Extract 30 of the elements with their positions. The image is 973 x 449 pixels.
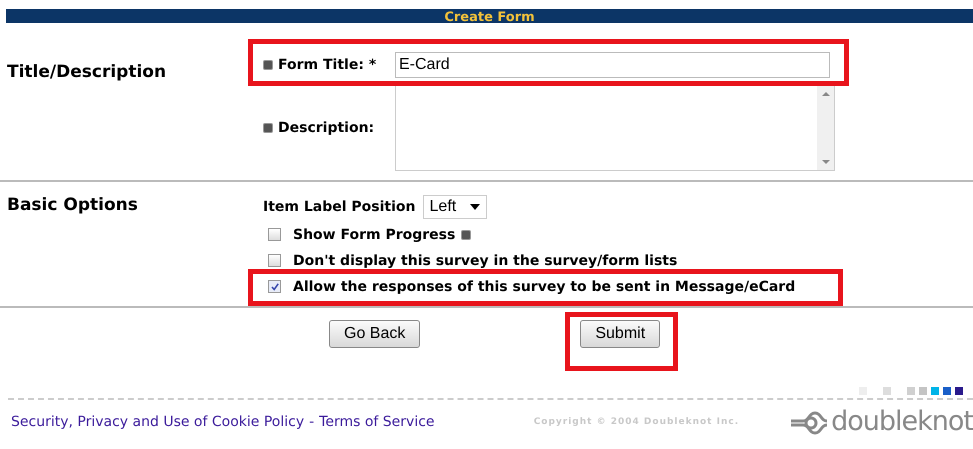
checkbox[interactable]: [268, 254, 281, 267]
scrollbar[interactable]: [817, 86, 834, 170]
help-icon[interactable]: [461, 230, 472, 240]
field-label: Description:: [278, 120, 374, 136]
checkbox[interactable]: [268, 228, 281, 241]
checkbox[interactable]: [268, 280, 281, 293]
section-heading: Title/Description: [6, 62, 168, 84]
option-label: Allow the responses of this survey to be sent in Message/eCard: [293, 278, 796, 294]
footer-link[interactable]: Terms of Service: [319, 414, 435, 430]
page-title: Create Form: [444, 10, 535, 25]
caret-icon: [470, 204, 480, 210]
required-mark: *: [368, 57, 376, 73]
form-button[interactable]: Go Back: [329, 320, 420, 348]
option-label: Don't display this survey in the survey/form lists: [293, 252, 678, 268]
description-field[interactable]: [395, 85, 835, 171]
logo-text: doubleknot: [831, 406, 973, 437]
help-icon[interactable]: [263, 60, 273, 70]
section-heading: Basic Options: [6, 195, 139, 217]
option-label: Show Form Progress: [293, 226, 456, 242]
scroll-down-icon[interactable]: [822, 160, 830, 164]
help-icon[interactable]: [263, 123, 273, 133]
scroll-up-icon[interactable]: [822, 92, 830, 96]
form-title-field[interactable]: E-Card: [395, 52, 830, 78]
knot-icon: [789, 408, 830, 434]
footer-link[interactable]: Security, Privacy and Use of Cookie Policy: [11, 414, 304, 430]
field-label: Form Title:: [278, 57, 364, 73]
separator: -: [309, 414, 314, 430]
form-button[interactable]: Submit: [580, 320, 660, 348]
field-label: Item Label Position: [263, 199, 416, 215]
label-position-dropdown[interactable]: Left: [422, 195, 488, 219]
